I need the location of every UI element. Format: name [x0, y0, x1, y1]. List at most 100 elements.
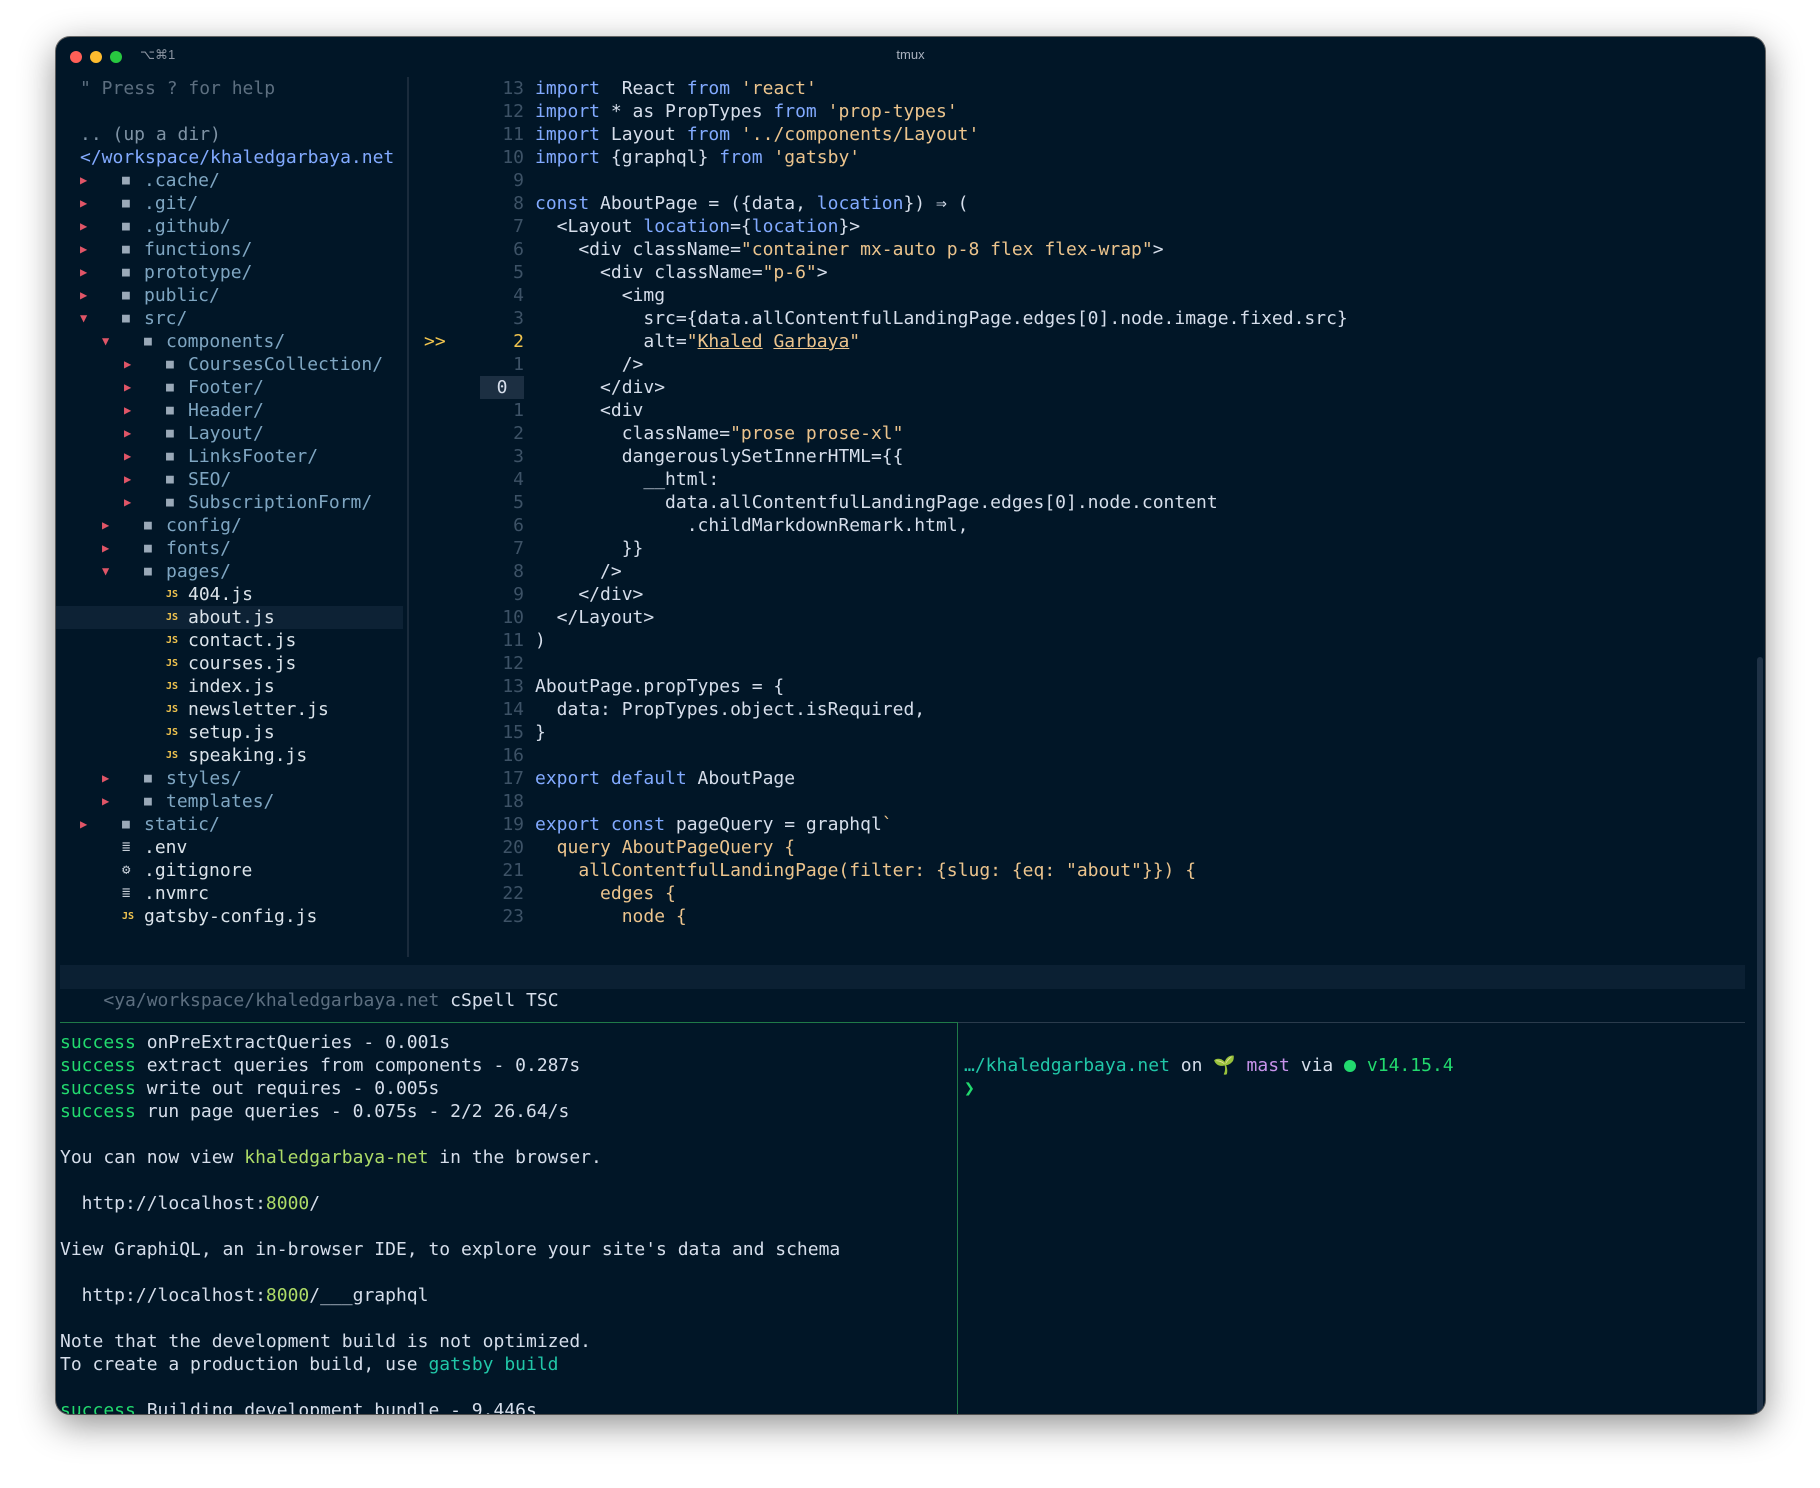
tree-folder[interactable]: ▼ ■ pages/ — [56, 560, 410, 583]
tree-file[interactable]: JS contact.js — [56, 629, 410, 652]
shell-prompt-pane[interactable]: …/khaledgarbaya.net on 🌱 mast via v14.15… — [964, 1054, 1744, 1100]
tree-root-path[interactable]: </workspace/khaledgarbaya.net — [56, 146, 410, 169]
code-line[interactable]: 13 AboutPage.propTypes = { — [416, 675, 1765, 698]
code-line[interactable]: 19 export const pageQuery = graphql` — [416, 813, 1765, 836]
tree-folder[interactable]: ▶ ■ .cache/ — [56, 169, 410, 192]
tree-file[interactable]: JS 404.js — [56, 583, 410, 606]
tree-folder[interactable]: ▶ ■ public/ — [56, 284, 410, 307]
code-line[interactable]: 12 — [416, 652, 1765, 675]
code-line[interactable]: 16 — [416, 744, 1765, 767]
code-line[interactable]: 11 import Layout from '../components/Layo… — [416, 123, 1765, 146]
code-line[interactable]: 9 </div> — [416, 583, 1765, 606]
caret-right-icon[interactable]: ▶ — [124, 353, 131, 376]
url-text: /___graphql — [309, 1285, 429, 1306]
tree-folder[interactable]: ▶ ■ Layout/ — [56, 422, 410, 445]
code-editor[interactable]: 13 import React from 'react' 12 import * as… — [416, 77, 1765, 928]
code-line[interactable]: 9 — [416, 169, 1765, 192]
code-line[interactable]: 17 export default AboutPage — [416, 767, 1765, 790]
tree-folder[interactable]: ▶ ■ LinksFooter/ — [56, 445, 410, 468]
tree-folder[interactable]: ▶ ■ CoursesCollection/ — [56, 353, 410, 376]
caret-right-icon[interactable]: ▶ — [102, 790, 109, 813]
caret-right-icon[interactable]: ▶ — [80, 238, 87, 261]
caret-right-icon[interactable]: ▶ — [124, 445, 131, 468]
tree-folder[interactable]: ▶ ■ styles/ — [56, 767, 410, 790]
code-line[interactable]: 2 className="prose prose-xl" — [416, 422, 1765, 445]
code-line[interactable]: 7 <Layout location={location}> — [416, 215, 1765, 238]
tree-folder[interactable]: ▶ ■ fonts/ — [56, 537, 410, 560]
caret-right-icon[interactable]: ▶ — [102, 537, 109, 560]
caret-right-icon[interactable]: ▶ — [102, 514, 109, 537]
code-line[interactable]: 13 import React from 'react' — [416, 77, 1765, 100]
tree-file[interactable]: JS about.js — [56, 606, 403, 629]
caret-right-icon[interactable]: ▶ — [80, 169, 87, 192]
code-line[interactable]: 23 node { — [416, 905, 1765, 928]
tree-folder[interactable]: ▶ ■ functions/ — [56, 238, 410, 261]
tree-file[interactable]: ≣ .nvmrc — [56, 882, 410, 905]
caret-down-icon[interactable]: ▼ — [102, 560, 109, 583]
tree-file[interactable]: JS index.js — [56, 675, 410, 698]
tree-folder[interactable]: ▼ ■ src/ — [56, 307, 410, 330]
code-line[interactable]: 21 allContentfulLandingPage(filter: {slu… — [416, 859, 1765, 882]
tree-folder[interactable]: ▶ ■ SEO/ — [56, 468, 410, 491]
tree-file[interactable]: ≣ .env — [56, 836, 410, 859]
caret-right-icon[interactable]: ▶ — [124, 376, 131, 399]
caret-right-icon[interactable]: ▶ — [102, 767, 109, 790]
caret-right-icon[interactable]: ▶ — [80, 813, 87, 836]
tree-folder[interactable]: ▶ ■ prototype/ — [56, 261, 410, 284]
tree-folder[interactable]: ▼ ■ components/ — [56, 330, 410, 353]
code-line[interactable]: 11) — [416, 629, 1765, 652]
tree-file[interactable]: JS speaking.js — [56, 744, 410, 767]
code-line[interactable]: 4 <img — [416, 284, 1765, 307]
code-line[interactable]: 4 __html: — [416, 468, 1765, 491]
tree-file[interactable]: ⚙ .gitignore — [56, 859, 410, 882]
tree-folder[interactable]: ▶ ■ templates/ — [56, 790, 410, 813]
tree-folder[interactable]: ▶ ■ .git/ — [56, 192, 410, 215]
caret-right-icon[interactable]: ▶ — [124, 399, 131, 422]
code-line[interactable]: 12 import * as PropTypes from 'prop-types… — [416, 100, 1765, 123]
code-line[interactable]: 5 <div className="p-6"> — [416, 261, 1765, 284]
code-line[interactable]: 1 <div — [416, 399, 1765, 422]
code-line[interactable]: 8 const AboutPage = ({data, location}) ⇒ … — [416, 192, 1765, 215]
caret-down-icon[interactable]: ▼ — [102, 330, 109, 353]
caret-right-icon[interactable]: ▶ — [124, 468, 131, 491]
code-line[interactable]: 22 edges { — [416, 882, 1765, 905]
tree-folder[interactable]: ▶ ■ Header/ — [56, 399, 410, 422]
caret-right-icon[interactable]: ▶ — [80, 215, 87, 238]
tree-file[interactable]: JS gatsby-config.js — [56, 905, 410, 928]
caret-right-icon[interactable]: ▶ — [80, 192, 87, 215]
tree-folder[interactable]: ▶ ■ static/ — [56, 813, 410, 836]
tree-file[interactable]: JS newsletter.js — [56, 698, 410, 721]
code-line[interactable]: 3 src={data.allContentfulLandingPage.edg… — [416, 307, 1765, 330]
code-line[interactable]: 10 import {graphql} from 'gatsby' — [416, 146, 1765, 169]
scrollbar[interactable] — [1757, 657, 1763, 1414]
caret-down-icon[interactable]: ▼ — [80, 307, 87, 330]
code-line[interactable]: 1 /> — [416, 353, 1765, 376]
code-line[interactable]: 14 data: PropTypes.object.isRequired, — [416, 698, 1765, 721]
tree-folder[interactable]: ▶ ■ config/ — [56, 514, 410, 537]
code-line[interactable]: 7 }} — [416, 537, 1765, 560]
code-line[interactable]: 5 data.allContentfulLandingPage.edges[0]… — [416, 491, 1765, 514]
code-line[interactable]: 8 /> — [416, 560, 1765, 583]
code-line[interactable]: 10 </Layout> — [416, 606, 1765, 629]
tree-folder[interactable]: ▶ ■ .github/ — [56, 215, 410, 238]
caret-right-icon[interactable]: ▶ — [80, 261, 87, 284]
status-path: <ya/workspace/khaledgarbaya.net — [103, 990, 440, 1011]
tree-file[interactable]: JS courses.js — [56, 652, 410, 675]
code-line[interactable]: 6 <div className="container mx-auto p-8 … — [416, 238, 1765, 261]
caret-right-icon[interactable]: ▶ — [80, 284, 87, 307]
code-line[interactable]: 0 </div> — [416, 376, 1765, 399]
code-line[interactable]: >> 2 alt="Khaled Garbaya" — [416, 330, 1765, 353]
code-line[interactable]: 3 dangerouslySetInnerHTML={{ — [416, 445, 1765, 468]
tree-up-dir[interactable]: .. (up a dir) — [56, 123, 410, 146]
code-line[interactable]: 18 — [416, 790, 1765, 813]
tree-folder[interactable]: ▶ ■ SubscriptionForm/ — [56, 491, 410, 514]
code-line[interactable]: 20 query AboutPageQuery { — [416, 836, 1765, 859]
tree-file[interactable]: JS setup.js — [56, 721, 410, 744]
prompt-input-line[interactable]: ❯ — [964, 1077, 1744, 1100]
caret-right-icon[interactable]: ▶ — [124, 422, 131, 445]
caret-right-icon[interactable]: ▶ — [124, 491, 131, 514]
code-line[interactable]: 6 .childMarkdownRemark.html, — [416, 514, 1765, 537]
gatsby-develop-output[interactable]: success onPreExtractQueries - 0.001s succ… — [60, 1031, 950, 1414]
code-line[interactable]: 15} — [416, 721, 1765, 744]
tree-folder[interactable]: ▶ ■ Footer/ — [56, 376, 410, 399]
